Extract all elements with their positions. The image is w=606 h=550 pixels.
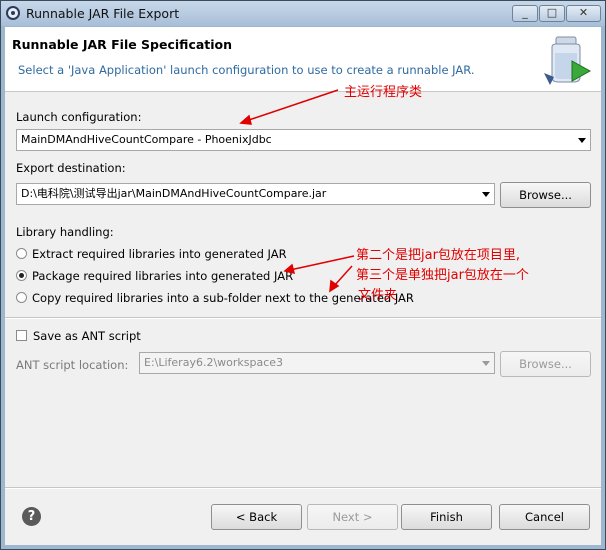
chevron-down-icon [482,192,490,197]
page-subtitle: Select a 'Java Application' launch confi… [18,63,475,77]
eclipse-app-icon [6,6,20,20]
export-destination-label: Export destination: [16,161,126,175]
save-ant-checkbox[interactable] [16,330,27,341]
footer-separator [5,487,601,489]
launch-config-label: Launch configuration: [16,110,142,124]
export-destination-value: D:\电科院\测试导出jar\MainDMAndHiveCountCompare… [21,187,327,200]
cancel-button[interactable]: Cancel [499,504,590,530]
chevron-down-icon [578,138,586,143]
annotation-note-line3: 文件夹 [358,288,398,303]
separator [5,317,601,319]
radio-extract-libraries[interactable]: Extract required libraries into generate… [16,247,287,263]
ant-location-select[interactable]: E:\Liferay6.2\workspace3 [139,352,495,374]
launch-config-value: MainDMAndHiveCountCompare - PhoenixJdbc [21,133,272,146]
export-destination-input[interactable]: D:\电科院\测试导出jar\MainDMAndHiveCountCompare… [16,183,495,205]
radio-copy-libraries[interactable]: Copy required libraries into a sub-folde… [16,291,414,307]
radio-button-selected[interactable] [16,270,27,281]
finish-button[interactable]: Finish [401,504,492,530]
maximize-button[interactable]: □ [539,5,565,22]
radio-package-libraries[interactable]: Package required libraries into generate… [16,269,293,285]
title-bar[interactable]: Runnable JAR File Export _ □ ✕ [1,1,605,26]
launch-config-select[interactable]: MainDMAndHiveCountCompare - PhoenixJdbc [16,129,591,151]
radio-button[interactable] [16,248,27,259]
back-button[interactable]: < Back [211,504,302,530]
save-ant-label: Save as ANT script [33,329,141,343]
dialog-client-area: Runnable JAR File Specification Select a… [5,27,601,545]
minimize-button[interactable]: _ [512,5,538,22]
wizard-header: Runnable JAR File Specification Select a… [5,27,601,92]
jar-export-icon [544,36,592,85]
ant-location-value: E:\Liferay6.2\workspace3 [144,356,284,369]
close-button[interactable]: ✕ [566,5,601,22]
next-button[interactable]: Next > [307,504,398,530]
radio-button[interactable] [16,292,27,303]
annotation-main-class: 主运行程序类 [344,85,423,100]
radio-label: Package required libraries into generate… [32,269,294,283]
annotation-note-line2: 第三个是单独把jar包放在一个 [356,268,529,283]
help-icon[interactable]: ? [22,507,41,526]
page-title: Runnable JAR File Specification [12,37,233,52]
export-browse-button[interactable]: Browse... [500,182,591,208]
ant-location-label: ANT script location: [16,358,129,372]
window-title: Runnable JAR File Export [26,6,180,21]
radio-label: Extract required libraries into generate… [32,247,287,261]
ant-browse-button[interactable]: Browse... [500,351,591,377]
radio-label: Copy required libraries into a sub-folde… [32,291,414,305]
chevron-down-icon [482,361,490,366]
library-handling-label: Library handling: [16,225,114,239]
annotation-note-line1: 第二个是把jar包放在项目里, [356,248,521,263]
